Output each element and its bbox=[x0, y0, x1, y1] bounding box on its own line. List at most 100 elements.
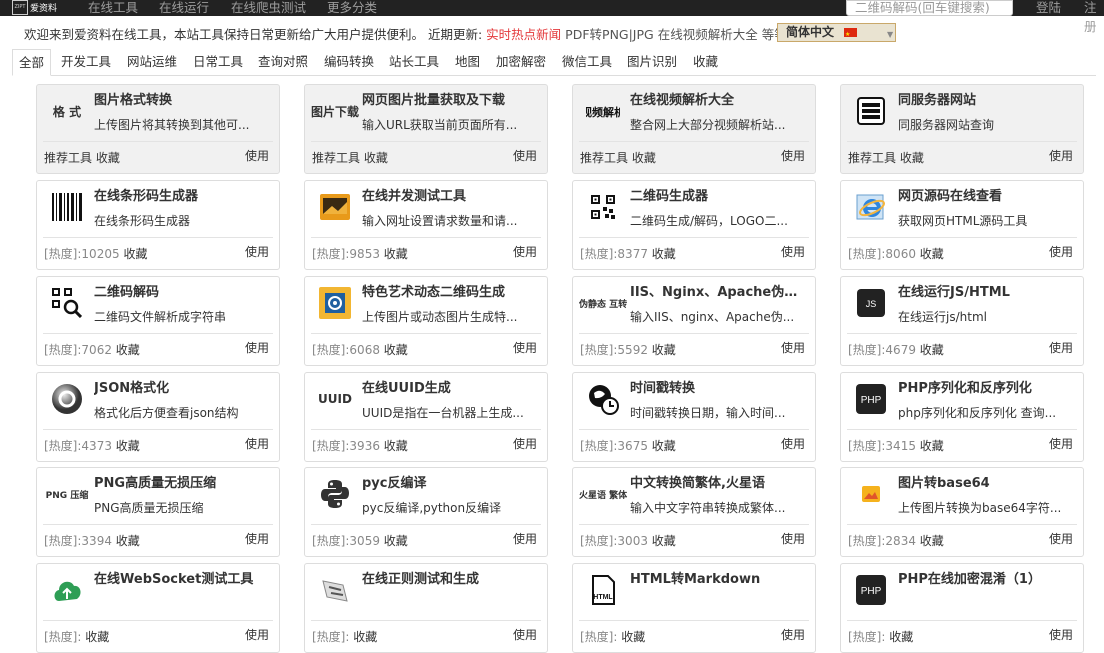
notice-link-video[interactable]: 在线视频解析大全 bbox=[658, 27, 758, 42]
nav-crawler-test[interactable]: 在线爬虫测试 bbox=[231, 0, 306, 16]
language-select[interactable]: 简体中文 ▼ bbox=[777, 23, 896, 43]
favorite-button[interactable]: 收藏 bbox=[920, 343, 944, 357]
tab-favorites[interactable]: 收藏 bbox=[693, 53, 718, 75]
use-button[interactable]: 使用 bbox=[1049, 147, 1073, 164]
tool-card[interactable]: 伪静态 互转IIS、Nginx、Apache伪静态规则转换输入IIS、nginx… bbox=[572, 276, 816, 366]
login-link[interactable]: 登陆 bbox=[1036, 0, 1061, 16]
use-button[interactable]: 使用 bbox=[245, 435, 269, 452]
tool-card[interactable]: PNG 压缩 PNG高质量无损压缩 PNG高质量无损压缩 [热度]:3394 收藏 使用 bbox=[36, 467, 280, 557]
tool-title[interactable]: 网页源码在线查看 bbox=[898, 185, 1076, 204]
favorite-button[interactable]: 收藏 bbox=[384, 343, 408, 357]
tool-title[interactable]: 中文转换简繁体,火星语 bbox=[630, 472, 808, 491]
search-input[interactable]: 二维码解码(回车键搜索) bbox=[846, 0, 1013, 16]
use-button[interactable]: 使用 bbox=[1049, 339, 1073, 356]
use-button[interactable]: 使用 bbox=[245, 530, 269, 547]
tab-map[interactable]: 地图 bbox=[455, 53, 480, 75]
tool-title[interactable]: 在线并发测试工具 bbox=[362, 185, 540, 204]
tool-card[interactable]: pyc反编译 pyc反编译,python反编译 [热度]:3059 收藏 使用 bbox=[304, 467, 548, 557]
tab-wechat[interactable]: 微信工具 bbox=[562, 53, 612, 75]
use-button[interactable]: 使用 bbox=[245, 626, 269, 643]
tool-card[interactable]: UUID 在线UUID生成 UUID是指在一台机器上生成... [热度]:3936 收… bbox=[304, 372, 548, 462]
tab-image-recognition[interactable]: 图片识别 bbox=[627, 53, 677, 75]
tool-card[interactable]: 二维码生成器 二维码生成/解码，LOGO二... [热度]:8377 收藏 使用 bbox=[572, 180, 816, 270]
tool-title[interactable]: 时间戳转换 bbox=[630, 377, 808, 396]
favorite-button[interactable]: 收藏 bbox=[889, 630, 913, 644]
notice-link-pdf[interactable]: PDF转PNG|JPG bbox=[565, 27, 654, 42]
tool-title[interactable]: 在线运行JS/HTML bbox=[898, 281, 1076, 300]
tool-card[interactable]: 二维码解码 二维码文件解析成字符串 [热度]:7062 收藏 使用 bbox=[36, 276, 280, 366]
use-button[interactable]: 使用 bbox=[1049, 243, 1073, 260]
tool-card[interactable]: 在线条形码生成器 在线条形码生成器 [热度]:10205 收藏 使用 bbox=[36, 180, 280, 270]
tool-card[interactable]: 在线正则测试和生成 [热度]: 收藏 使用 bbox=[304, 563, 548, 653]
tool-title[interactable]: 图片转base64 bbox=[898, 472, 1076, 491]
favorite-button[interactable]: 收藏 bbox=[920, 439, 944, 453]
tab-daily-tools[interactable]: 日常工具 bbox=[193, 53, 243, 75]
tool-title[interactable]: 特色艺术动态二维码生成 bbox=[362, 281, 540, 300]
register-link[interactable]: 注册 bbox=[1084, 0, 1104, 35]
tool-card[interactable]: PHP PHP在线加密混淆（1） [热度]: 收藏 使用 bbox=[840, 563, 1084, 653]
tab-dev-tools[interactable]: 开发工具 bbox=[61, 53, 111, 75]
tool-title[interactable]: 在线条形码生成器 bbox=[94, 185, 272, 204]
use-button[interactable]: 使用 bbox=[781, 243, 805, 260]
use-button[interactable]: 使用 bbox=[513, 243, 537, 260]
use-button[interactable]: 使用 bbox=[1049, 626, 1073, 643]
tool-title[interactable]: 在线UUID生成 bbox=[362, 377, 540, 396]
tool-card[interactable]: 特色艺术动态二维码生成 上传图片或动态图片生成特... [热度]:6068 收藏 使用 bbox=[304, 276, 548, 366]
use-button[interactable]: 使用 bbox=[513, 147, 537, 164]
nav-more-categories[interactable]: 更多分类 bbox=[327, 0, 377, 16]
tool-title[interactable]: 二维码解码 bbox=[94, 281, 272, 300]
tab-all[interactable]: 全部 bbox=[12, 49, 52, 76]
tool-title[interactable]: 网页图片批量获取及下载 bbox=[362, 89, 540, 108]
use-button[interactable]: 使用 bbox=[513, 435, 537, 452]
use-button[interactable]: 使用 bbox=[1049, 530, 1073, 547]
use-button[interactable]: 使用 bbox=[245, 147, 269, 164]
use-button[interactable]: 使用 bbox=[513, 339, 537, 356]
tool-title[interactable]: 同服务器网站 bbox=[898, 89, 1076, 108]
tool-title[interactable]: 二维码生成器 bbox=[630, 185, 808, 204]
tab-crypto[interactable]: 加密解密 bbox=[496, 53, 546, 75]
tool-card[interactable]: 时间戳转换 时间戳转换日期，输入时间... [热度]:3675 收藏 使用 bbox=[572, 372, 816, 462]
use-button[interactable]: 使用 bbox=[781, 147, 805, 164]
tool-title[interactable]: pyc反编译 bbox=[362, 472, 540, 491]
favorite-button[interactable]: 收藏 bbox=[920, 534, 944, 548]
tool-title[interactable]: JSON格式化 bbox=[94, 377, 272, 396]
tab-site-ops[interactable]: 网站运维 bbox=[127, 53, 177, 75]
use-button[interactable]: 使用 bbox=[781, 530, 805, 547]
use-button[interactable]: 使用 bbox=[781, 435, 805, 452]
favorite-button[interactable]: 收藏 bbox=[652, 247, 676, 261]
favorite-button[interactable]: 收藏 bbox=[384, 534, 408, 548]
tool-card[interactable]: 在线并发测试工具 输入网址设置请求数量和请... [热度]:9853 收藏 使用 bbox=[304, 180, 548, 270]
favorite-button[interactable]: 收藏 bbox=[116, 439, 140, 453]
favorite-button[interactable]: 收藏 bbox=[353, 630, 377, 644]
tool-card[interactable]: JSON格式化 格式化后方便查看json结构 [热度]:4373 收藏 使用 bbox=[36, 372, 280, 462]
favorite-button[interactable]: 收藏 bbox=[384, 439, 408, 453]
tool-card[interactable]: JS 在线运行JS/HTML 在线运行js/html [热度]:4679 收藏 使用 bbox=[840, 276, 1084, 366]
tab-encoding[interactable]: 编码转换 bbox=[324, 53, 374, 75]
tool-card[interactable]: 火星语 繁体 中文转换简繁体,火星语 输入中文字符串转换成繁体... [热度]:300… bbox=[572, 467, 816, 557]
favorite-button[interactable]: 收藏 bbox=[652, 343, 676, 357]
tool-title[interactable]: 图片格式转换 bbox=[94, 89, 272, 108]
favorite-button[interactable]: 收藏 bbox=[652, 534, 676, 548]
use-button[interactable]: 使用 bbox=[513, 626, 537, 643]
favorite-button[interactable]: 收藏 bbox=[920, 247, 944, 261]
favorite-button[interactable]: 收藏 bbox=[116, 343, 140, 357]
tool-title[interactable]: 在线正则测试和生成 bbox=[362, 568, 540, 587]
tool-card[interactable]: 在线WebSocket测试工具 [热度]: 收藏 使用 bbox=[36, 563, 280, 653]
tool-title[interactable]: 在线视频解析大全 bbox=[630, 89, 808, 108]
nav-online-tools[interactable]: 在线工具 bbox=[88, 0, 138, 16]
use-button[interactable]: 使用 bbox=[1049, 435, 1073, 452]
tool-card[interactable]: 图片转base64 上传图片转换为base64字符... [热度]:2834 收藏 使… bbox=[840, 467, 1084, 557]
use-button[interactable]: 使用 bbox=[781, 626, 805, 643]
nav-online-run[interactable]: 在线运行 bbox=[159, 0, 209, 16]
tool-title[interactable]: PHP在线加密混淆（1） bbox=[898, 568, 1076, 587]
site-logo[interactable]: ZIPT 爱资料 bbox=[12, 0, 57, 15]
tool-title[interactable]: IIS、Nginx、Apache伪静态规则转换 bbox=[630, 281, 808, 300]
favorite-button[interactable]: 收藏 bbox=[384, 247, 408, 261]
favorite-button[interactable]: 收藏 bbox=[621, 630, 645, 644]
tool-title[interactable]: PNG高质量无损压缩 bbox=[94, 472, 272, 491]
tab-lookup[interactable]: 查询对照 bbox=[258, 53, 308, 75]
tool-card[interactable]: 格 式图片格式转换 上传图片将其转换到其他可... 推荐工具 收藏 使用 bbox=[36, 84, 280, 174]
notice-hot-link[interactable]: 实时热点新闻 bbox=[486, 27, 561, 42]
favorite-button[interactable]: 收藏 bbox=[632, 151, 656, 165]
tool-title[interactable]: 在线WebSocket测试工具 bbox=[94, 568, 272, 587]
